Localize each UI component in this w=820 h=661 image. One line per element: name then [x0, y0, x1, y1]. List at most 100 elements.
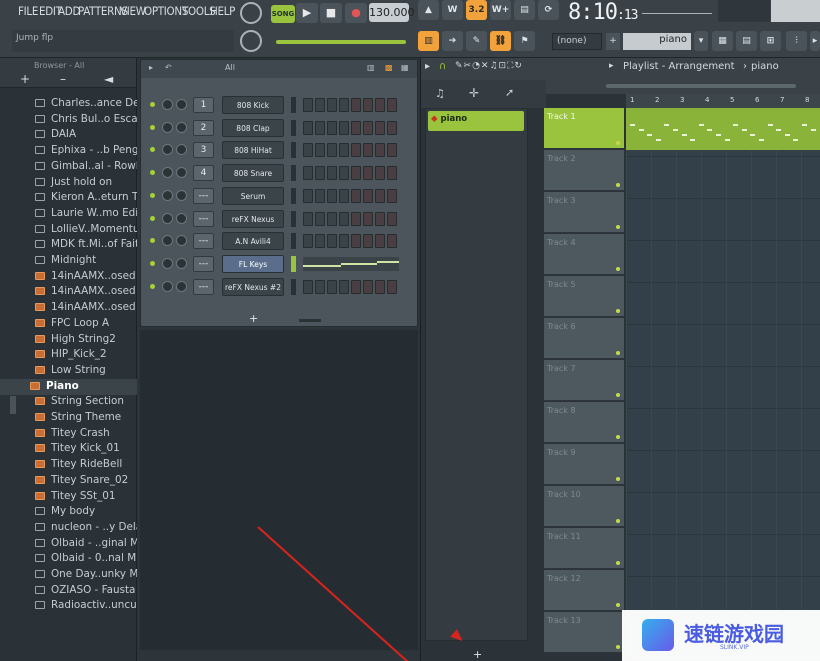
- more-icon[interactable]: ▸: [810, 31, 820, 51]
- link-icon[interactable]: ⛓: [490, 31, 511, 51]
- pencil-icon[interactable]: ✎: [466, 31, 487, 51]
- track-mute-icon[interactable]: [616, 141, 620, 145]
- step-button[interactable]: [327, 279, 337, 294]
- browser-item[interactable]: Chris Bul..o Escape: [0, 112, 137, 128]
- wait-input-icon[interactable]: W: [442, 0, 463, 20]
- mixer-track-number[interactable]: ---: [193, 233, 214, 250]
- volume-knob[interactable]: [176, 257, 187, 269]
- channel-led-icon[interactable]: [150, 260, 155, 266]
- step-button[interactable]: [327, 143, 337, 158]
- step-button[interactable]: [327, 188, 337, 203]
- track-header[interactable]: Track 3: [544, 192, 624, 233]
- step-button[interactable]: [363, 211, 373, 226]
- step-button[interactable]: [351, 143, 361, 158]
- track-header[interactable]: Track 8: [544, 402, 624, 443]
- channel-select-indicator[interactable]: [291, 142, 296, 159]
- channel-led-icon[interactable]: [150, 238, 155, 244]
- pan-knob[interactable]: [162, 167, 173, 179]
- volume-knob[interactable]: [176, 189, 187, 201]
- snap-icon[interactable]: ▥: [418, 31, 439, 51]
- volume-knob[interactable]: [176, 280, 187, 292]
- volume-knob[interactable]: [176, 144, 187, 156]
- pattern-selector[interactable]: (none): [552, 33, 602, 50]
- step-button[interactable]: [351, 211, 361, 226]
- master-volume-slider[interactable]: [276, 40, 406, 44]
- arrow-icon[interactable]: ➔: [442, 31, 463, 51]
- menu-file[interactable]: FILE: [18, 4, 38, 18]
- step-button[interactable]: [375, 188, 385, 203]
- browser-item[interactable]: nucleon - ..y Delay 3: [0, 520, 137, 536]
- master-volume-knob[interactable]: [240, 2, 262, 24]
- chevron-down-icon[interactable]: ▾: [694, 31, 708, 51]
- channel-name-button[interactable]: FL Keys: [222, 254, 284, 273]
- speaker-icon[interactable]: ◄: [104, 72, 113, 86]
- step-button[interactable]: [339, 279, 349, 294]
- mixer-track-number[interactable]: 2: [193, 119, 214, 136]
- volume-knob[interactable]: [176, 212, 187, 224]
- channel-name-button[interactable]: 808 Kick: [222, 96, 284, 114]
- mixer-track-number[interactable]: 1: [193, 97, 214, 113]
- browser-item[interactable]: Piano: [0, 378, 137, 395]
- step-button[interactable]: [375, 98, 385, 112]
- step-button[interactable]: [339, 98, 349, 112]
- browser-item[interactable]: Ephixa - ..b Penguin: [0, 143, 137, 159]
- track-mute-icon[interactable]: [616, 561, 620, 565]
- stamp-icon[interactable]: ⚑: [514, 31, 535, 51]
- channel-select-indicator[interactable]: [291, 210, 296, 227]
- browser-item[interactable]: String Theme: [0, 410, 137, 426]
- browser-item[interactable]: Charles..ance Demo: [0, 96, 137, 112]
- browser-item[interactable]: Laurie W..mo Edit): [0, 206, 137, 222]
- browser-item[interactable]: String Section: [0, 394, 137, 410]
- metronome-icon[interactable]: ▲: [418, 0, 439, 20]
- step-button[interactable]: [351, 279, 361, 294]
- menu-add[interactable]: ADD: [58, 4, 80, 18]
- browser-item[interactable]: Titey Crash: [0, 426, 137, 442]
- step-button[interactable]: [351, 120, 361, 135]
- pattern-clip-piano[interactable]: ◆ piano: [428, 111, 524, 131]
- blend-notes-icon[interactable]: ▤: [514, 0, 535, 20]
- track-mute-icon[interactable]: [616, 267, 620, 271]
- playlist-scroll-strip[interactable]: [546, 80, 820, 94]
- step-button[interactable]: [303, 120, 313, 135]
- wave-icon[interactable]: ➚: [505, 86, 514, 99]
- timeline-ruler[interactable]: 1 2 3 4 5 6 7 8: [626, 94, 820, 108]
- tool-icons[interactable]: ✎✂◔✕♫⊡⛶↻: [455, 61, 523, 71]
- step-edit-icon[interactable]: W+: [490, 0, 511, 20]
- track-mute-icon[interactable]: [616, 183, 620, 187]
- step-button[interactable]: [375, 211, 385, 226]
- track-mute-icon[interactable]: [616, 645, 620, 649]
- channel-rack-icon[interactable]: ⊞: [760, 31, 781, 51]
- channel-name-button[interactable]: 808 Clap: [222, 118, 284, 137]
- stop-button[interactable]: ■: [320, 3, 342, 23]
- step-button[interactable]: [303, 211, 313, 226]
- step-button[interactable]: [351, 234, 361, 249]
- volume-knob[interactable]: [176, 167, 187, 179]
- add-pattern-button[interactable]: +: [473, 648, 482, 661]
- browser-item[interactable]: Gimbal..al - RowFl: [0, 159, 137, 175]
- browser-item[interactable]: 14inAAMX..osed _007: [0, 300, 137, 316]
- step-button[interactable]: [351, 98, 361, 112]
- browser-item[interactable]: Titey Snare_02: [0, 473, 137, 489]
- graph-icon[interactable]: ▥: [367, 63, 375, 72]
- channel-select-indicator[interactable]: [291, 187, 296, 204]
- browser-item[interactable]: Low String: [0, 363, 137, 379]
- browser-scrollbar[interactable]: [10, 396, 16, 414]
- piano-clip[interactable]: [626, 108, 820, 150]
- preset-selector[interactable]: piano: [623, 33, 691, 50]
- step-button[interactable]: [339, 211, 349, 226]
- mixer-track-number[interactable]: ---: [193, 255, 214, 272]
- channel-led-icon[interactable]: [150, 147, 155, 153]
- step-button[interactable]: [387, 279, 397, 294]
- countdown-icon[interactable]: 3.2: [466, 0, 487, 20]
- step-button[interactable]: [375, 120, 385, 135]
- horizontal-scrollbar[interactable]: [606, 84, 796, 88]
- step-button[interactable]: [375, 143, 385, 158]
- track-mute-icon[interactable]: [616, 225, 620, 229]
- channel-name-button[interactable]: Serum: [222, 186, 284, 205]
- channel-name-button[interactable]: reFX Nexus: [222, 209, 284, 228]
- browser-item[interactable]: LollieV..Momentum: [0, 222, 137, 238]
- channel-select-indicator[interactable]: [291, 119, 296, 136]
- channel-led-icon[interactable]: [150, 124, 155, 130]
- step-button[interactable]: [387, 98, 397, 112]
- track-mute-icon[interactable]: [616, 351, 620, 355]
